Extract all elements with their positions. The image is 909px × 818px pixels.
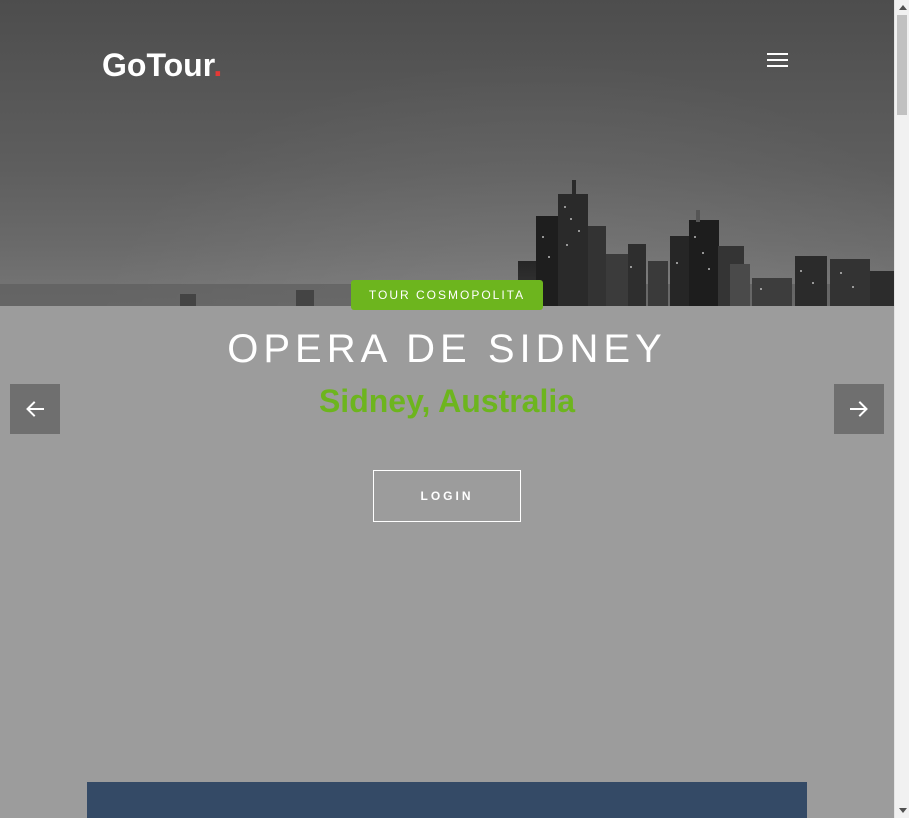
carousel-next-button[interactable] [834,384,884,434]
login-button[interactable]: LOGIN [373,470,521,522]
scroll-thumb[interactable] [897,15,907,115]
menu-toggle-button[interactable] [765,50,791,72]
arrow-left-icon [26,401,44,417]
logo-dot: . [213,47,223,83]
site-logo[interactable]: GoTour. [102,45,222,85]
slide-title: OPERA DE SIDNEY [227,327,667,371]
caret-up-icon [898,5,907,10]
page: GoTour. TOUR COSMOPOLITA OPERA DE SIDNEY… [0,0,909,818]
tour-tag-badge: TOUR COSMOPOLITA [351,280,543,310]
slide-subtitle: Sidney, Australia [318,383,576,419]
logo-text: GoTour [102,47,214,83]
carousel-prev-button[interactable] [10,384,60,434]
arrow-right-icon [850,401,868,417]
vertical-scrollbar[interactable] [894,0,909,818]
scroll-down-button[interactable] [895,803,909,818]
content-panel [87,782,807,818]
scroll-up-button[interactable] [895,0,909,15]
viewport: GoTour. TOUR COSMOPOLITA OPERA DE SIDNEY… [0,0,894,818]
caret-down-icon [898,808,907,813]
